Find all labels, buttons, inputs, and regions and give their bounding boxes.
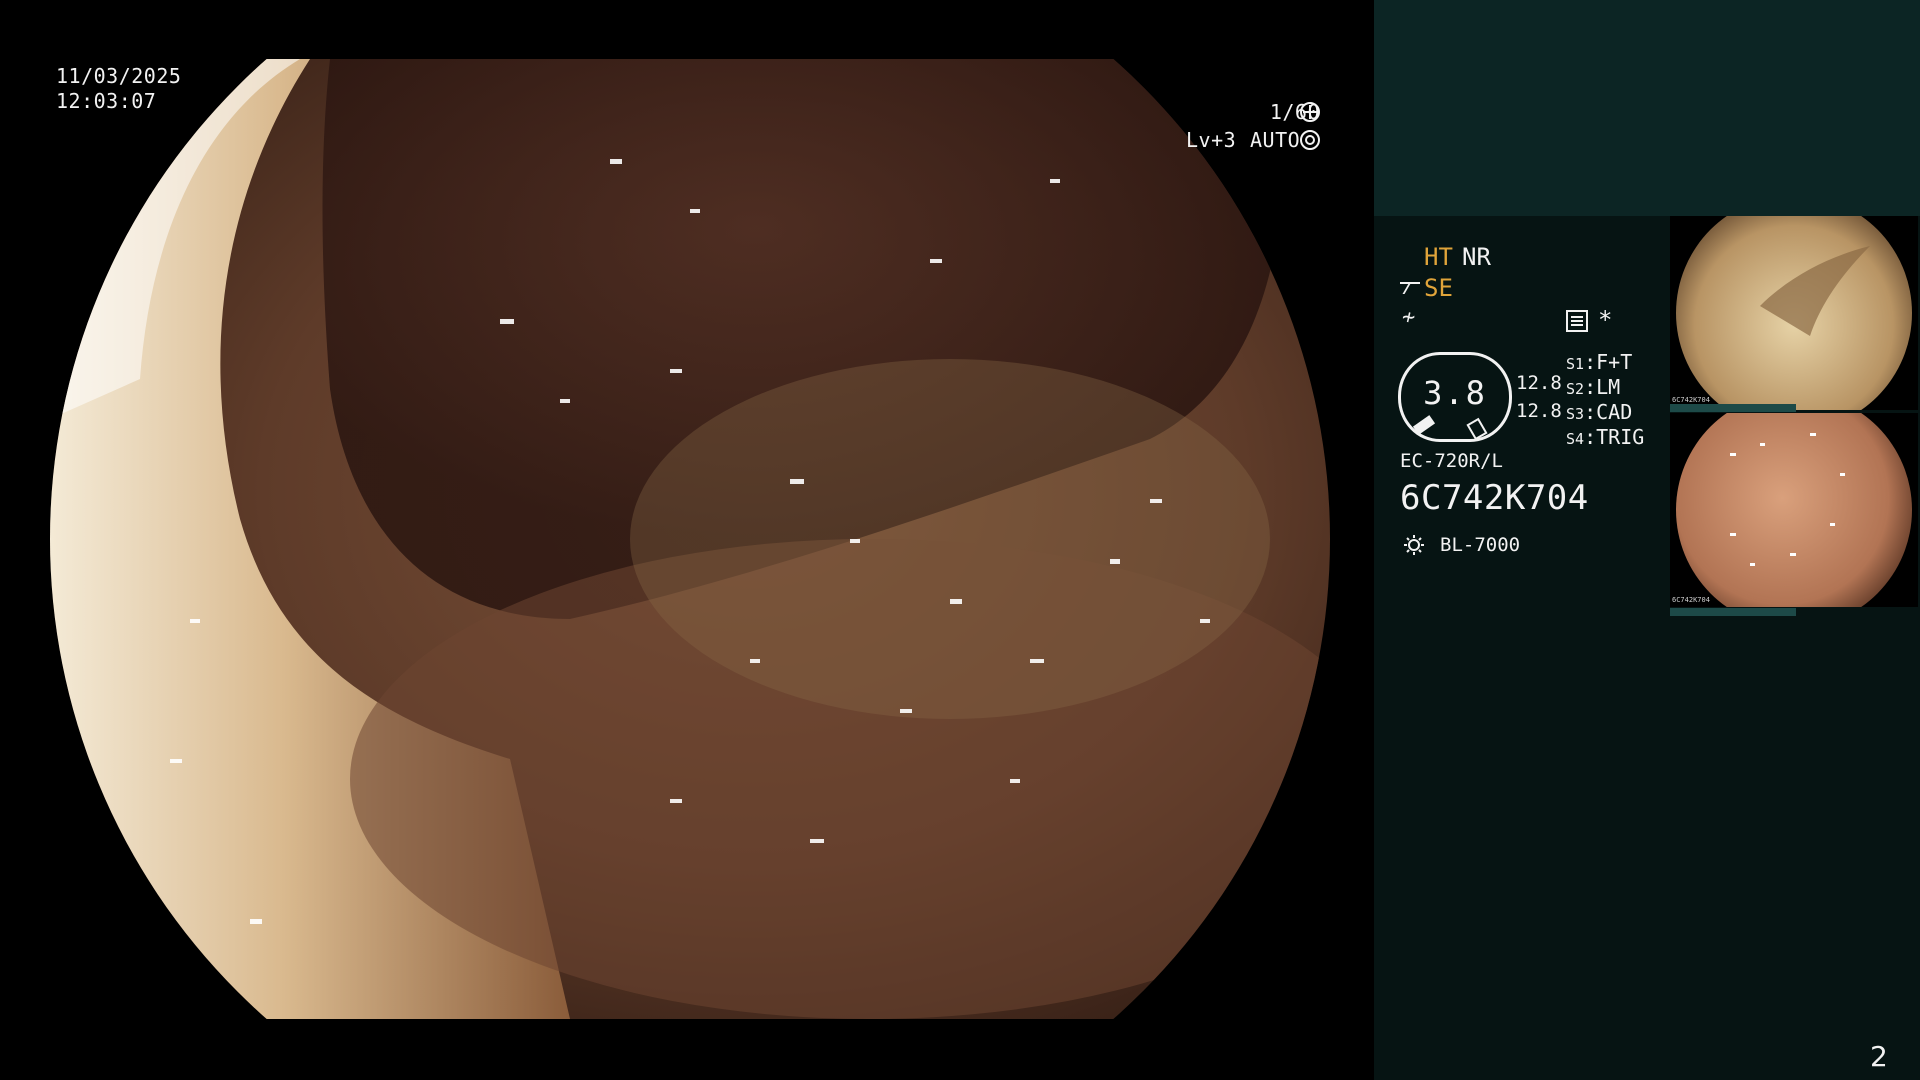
switch-s4: S4:TRIG [1566, 425, 1645, 449]
iris-mode: AUTO [1250, 128, 1301, 152]
se-indicator: SE [1424, 274, 1453, 302]
bolt-icon: ≁ [1402, 305, 1416, 330]
brightness-level: Lv+3 [1186, 128, 1237, 152]
exam-date: 11/03/2025 [56, 64, 182, 88]
endoscope-live-image [50, 59, 1330, 1019]
nr-indicator: NR [1462, 243, 1491, 271]
scope-serial: 6C742K704 [1400, 478, 1589, 518]
side-panel-header [1374, 0, 1920, 216]
switch-s4-value: TRIG [1596, 425, 1645, 449]
switch-s1-value: F+T [1596, 350, 1633, 374]
record-icon [1566, 310, 1588, 332]
switch-s2: S2:LM [1566, 375, 1621, 399]
thumbnail-2-code: 6C742K704 [1672, 596, 1710, 604]
thumbnail-1-bar [1670, 404, 1796, 412]
captured-thumbnail-1[interactable] [1670, 216, 1918, 410]
exam-time: 12:03:07 [56, 89, 157, 113]
captured-thumbnail-2[interactable] [1670, 413, 1918, 607]
endoscopy-monitor: 11/03/2025 12:03:07 1/60 Lv+3 AUTO HT NR… [0, 0, 1920, 1080]
zoom-gauge-value: 3.8 [1423, 374, 1487, 412]
shutter-icon [1300, 102, 1320, 122]
switch-s1-key: S1 [1566, 355, 1585, 373]
switch-s2-value: LM [1596, 375, 1621, 399]
switch-s3-key: S3 [1566, 405, 1585, 423]
switch-s2-key: S2 [1566, 380, 1585, 398]
value-bottom: 12.8 [1516, 400, 1562, 422]
light-source-model: BL-7000 [1440, 534, 1521, 556]
structure-enhance-icon [1400, 282, 1420, 296]
page-number: 2 [1870, 1040, 1888, 1073]
light-source-icon [1404, 535, 1424, 555]
thumbnail-2-bar [1670, 608, 1796, 616]
switch-s1: S1:F+T [1566, 350, 1633, 374]
switch-s3: S3:CAD [1566, 400, 1633, 424]
switch-s3-value: CAD [1596, 400, 1633, 424]
switch-s4-key: S4 [1566, 430, 1585, 448]
iris-icon [1300, 130, 1320, 150]
ht-indicator: HT [1424, 243, 1453, 271]
thumbnail-1-code: 6C742K704 [1672, 396, 1710, 404]
value-top: 12.8 [1516, 372, 1562, 394]
scope-model: EC-720R/L [1400, 450, 1503, 472]
star-indicator: * [1598, 306, 1613, 334]
